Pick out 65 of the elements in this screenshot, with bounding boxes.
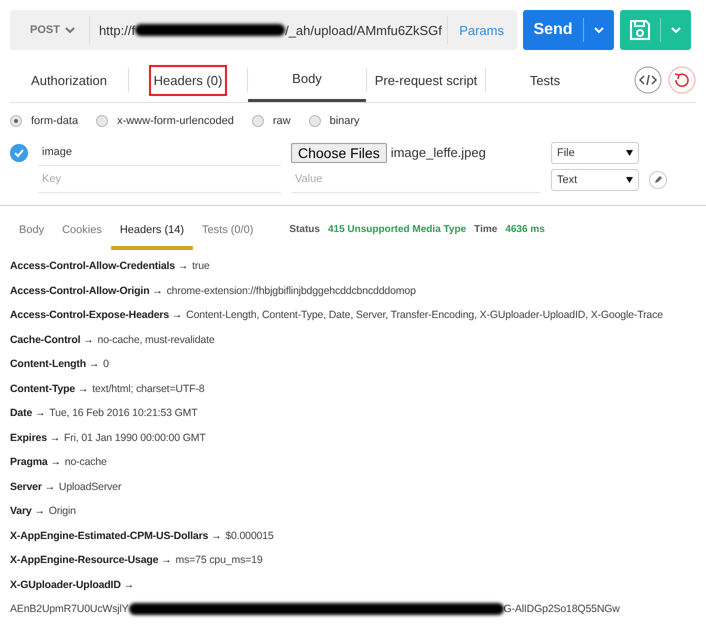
caret-icon <box>64 26 75 34</box>
header-name: Server → <box>10 480 55 492</box>
choose-files-button[interactable]: Choose Files <box>291 142 387 162</box>
response-tab[interactable]: Body <box>10 224 54 250</box>
request-tab[interactable]: Headers (0) <box>129 58 247 102</box>
method-dropdown[interactable]: POST <box>10 10 89 50</box>
dropdown-arrow-icon <box>626 176 633 182</box>
key-field[interactable]: Key <box>38 166 281 192</box>
caret-icon <box>671 26 681 34</box>
header-name: Pragma → <box>10 456 61 468</box>
key-field[interactable]: image <box>38 140 281 166</box>
status-value: 415 Unsupported Media Type <box>328 224 466 235</box>
header-value: no-cache <box>64 456 107 468</box>
caret-icon <box>594 26 604 34</box>
body-type-radio[interactable]: form-data <box>10 115 78 127</box>
check-icon[interactable] <box>10 144 28 162</box>
body-type-radio[interactable]: binary <box>308 115 360 127</box>
header-name: Vary → <box>10 505 45 517</box>
header-name: Cache-Control → <box>10 334 94 346</box>
header-name: Access-Control-Allow-Credentials → <box>10 260 188 272</box>
dropdown-arrow-icon <box>626 150 633 156</box>
pencil-icon[interactable] <box>649 170 667 188</box>
header-value: $0.000015 <box>225 530 274 542</box>
header-name: Date → <box>10 407 46 419</box>
header-value: Tue, 16 Feb 2016 10:21:53 GMT <box>49 407 198 419</box>
request-tab[interactable]: Body <box>248 58 366 102</box>
value-field[interactable]: Value <box>291 166 541 192</box>
header-value: true <box>192 260 210 272</box>
type-select[interactable]: Text <box>551 168 639 190</box>
body-type-radio[interactable]: x-www-form-urlencoded <box>96 115 234 127</box>
header-name: Content-Type → <box>10 382 88 394</box>
reset-icon[interactable] <box>668 66 696 94</box>
response-tab[interactable]: Headers (14) <box>110 224 194 250</box>
header-name: Access-Control-Allow-Origin → <box>10 284 163 296</box>
save-button[interactable] <box>620 10 691 50</box>
type-select[interactable]: File <box>551 142 639 164</box>
header-value: 0 <box>103 358 109 370</box>
body-type-radio[interactable]: raw <box>252 115 291 127</box>
request-tab[interactable]: Tests <box>486 58 604 102</box>
response-tab[interactable]: Cookies <box>53 224 111 250</box>
header-value: AEnB2UpmR7U0UcWsjlY G-AlIDGp2So18Q55NGw <box>10 603 621 616</box>
header-value: no-cache, must-revalidate <box>98 334 215 346</box>
header-name: X-AppEngine-Resource-Usage → <box>10 554 172 566</box>
header-name: Content-Length → <box>10 358 100 370</box>
header-name: Access-Control-Expose-Headers → <box>10 309 182 321</box>
header-value: Content-Length, Content-Type, Date, Server, Transfer-Encoding, X-GUploader-UploadID, X-Google-Trace <box>186 309 663 321</box>
url-field[interactable]: http://f /_ah/upload/AMmfu6ZkSGf <box>88 16 448 44</box>
header-value: UploadServer <box>58 480 122 492</box>
response-tab[interactable]: Tests (0/0) <box>193 224 262 250</box>
header-value: ms=75 cpu_ms=19 <box>176 554 263 566</box>
status-label: Status <box>289 224 320 235</box>
time-label: Time <box>474 224 498 235</box>
header-value: text/html; charset=UTF-8 <box>92 382 204 394</box>
code-icon[interactable] <box>634 66 662 94</box>
header-name: Expires → <box>10 432 60 444</box>
header-value: Fri, 01 Jan 1990 00:00:00 GMT <box>64 432 206 444</box>
request-tab[interactable]: Authorization <box>10 58 128 102</box>
header-value: Origin <box>48 505 76 517</box>
header-value: chrome-extension://fhbjgbiflinjbdggehcddcbncdddomop <box>166 284 416 296</box>
request-tab[interactable]: Pre-request script <box>367 58 485 102</box>
header-name: X-GUploader-UploadID → <box>10 578 134 590</box>
send-button[interactable]: Send <box>523 10 614 50</box>
time-value: 4636 ms <box>505 224 545 235</box>
header-name: X-AppEngine-Estimated-CPM-US-Dollars → <box>10 530 222 542</box>
file-name: image_leffe.jpeg <box>390 145 486 160</box>
